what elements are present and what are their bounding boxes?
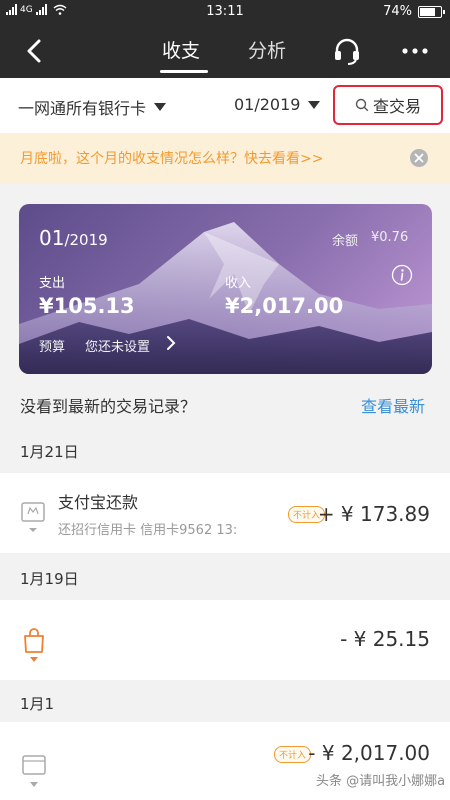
date-header: 1月1 xyxy=(20,695,55,713)
headset-icon[interactable] xyxy=(332,36,362,66)
income-value: ¥2,017.00 xyxy=(225,294,344,318)
nav-bar: 收支 分析 xyxy=(0,24,450,78)
notice-text[interactable]: 月底啦，这个月的收支情况怎么样？快去看看>> xyxy=(20,148,323,168)
month-selector-label: 01/2019 xyxy=(234,95,301,114)
transaction-subtitle: 还招行信用卡 信用卡9562 13: xyxy=(58,523,238,538)
chevron-right-icon[interactable] xyxy=(165,335,177,351)
tab-income-expense[interactable]: 收支 xyxy=(162,36,200,63)
budget-setting-link[interactable]: 您还未设置 xyxy=(85,336,150,355)
balance-label: 余额 xyxy=(332,234,359,249)
transaction-amount: + ¥ 173.89 xyxy=(317,502,430,526)
expense-label: 支出 xyxy=(39,276,66,291)
search-transactions-label: 查交易 xyxy=(372,97,421,116)
month-end-notice[interactable]: 月底啦，这个月的收支情况怎么样？快去看看>> xyxy=(0,133,450,183)
transaction-title: 支付宝还款 xyxy=(58,493,139,512)
income-label: 收入 xyxy=(225,276,252,291)
tab-analysis[interactable]: 分析 xyxy=(248,36,286,63)
battery-percent: 74% xyxy=(383,4,412,19)
transaction-amount: - ¥ 2,017.00 xyxy=(308,741,430,765)
latest-records-prompt: 没看到最新的交易记录？ xyxy=(20,397,197,416)
date-header: 1月21日 xyxy=(20,443,79,461)
battery-fill xyxy=(420,7,435,16)
transfer-icon xyxy=(22,755,46,787)
shopping-bag-icon xyxy=(24,628,44,662)
summary-month: 01/2019 xyxy=(39,226,108,250)
battery-icon xyxy=(418,5,445,18)
transaction-row[interactable]: 支付宝还款 还招行信用卡 信用卡9562 13: 不计入 + ¥ 173.89 xyxy=(0,473,450,553)
month-selector[interactable]: 01/2019 xyxy=(234,95,321,114)
more-icon[interactable] xyxy=(400,39,430,63)
card-selector[interactable]: 一网通所有银行卡 xyxy=(18,95,167,119)
card-selector-label: 一网通所有银行卡 xyxy=(18,99,147,118)
watermark: 头条 @请叫我小娜娜a xyxy=(316,774,446,789)
caret-down-icon xyxy=(154,103,167,111)
status-bar: 4G 13:11 74% xyxy=(0,0,450,24)
info-icon[interactable] xyxy=(391,264,413,286)
transaction-row[interactable]: - ¥ 25.15 xyxy=(0,600,450,680)
back-icon[interactable] xyxy=(20,36,50,66)
balance-value: ¥0.76 xyxy=(371,230,409,245)
expense-value: ¥105.13 xyxy=(39,294,135,318)
view-latest-link[interactable]: 查看最新 xyxy=(361,393,425,417)
monthly-summary-card: 01/2019 余额 ¥0.76 支出 ¥105.13 收入 ¥2,017.00… xyxy=(19,204,432,374)
filter-bar: 一网通所有银行卡 01/2019 查交易 xyxy=(0,78,450,133)
battery-status: 74% xyxy=(383,4,445,19)
date-header: 1月19日 xyxy=(20,570,79,588)
search-icon xyxy=(355,98,369,112)
budget-label: 预算 xyxy=(39,340,66,355)
excluded-badge: 不计入 xyxy=(274,746,312,763)
caret-down-icon xyxy=(308,100,321,109)
summary-year: /2019 xyxy=(64,231,108,249)
summary-month-number: 01 xyxy=(39,226,65,250)
transaction-amount: - ¥ 25.15 xyxy=(340,627,430,651)
card-icon xyxy=(21,502,45,532)
close-icon[interactable] xyxy=(410,149,428,167)
search-transactions-button[interactable]: 查交易 xyxy=(333,85,443,125)
active-tab-indicator xyxy=(160,70,208,73)
